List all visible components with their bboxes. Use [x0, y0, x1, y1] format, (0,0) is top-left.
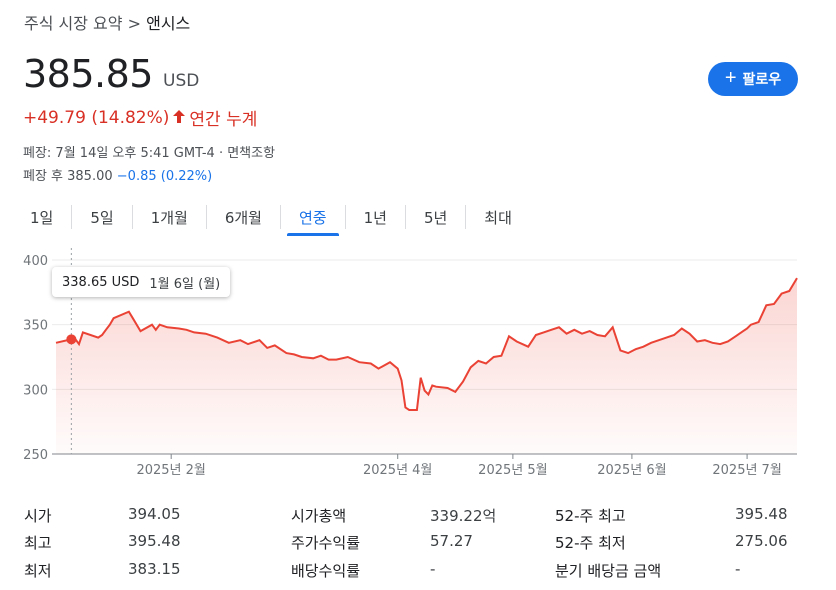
breadcrumb: 주식 시장 요약 > 앤시스: [24, 10, 190, 34]
currency-label: USD: [163, 71, 200, 91]
breadcrumb-current: 앤시스: [146, 14, 191, 33]
price-change-period: 연간 누계: [189, 110, 258, 130]
plus-icon: +: [724, 67, 737, 89]
stat-value: 394.05: [128, 505, 181, 523]
after-hours-change: −0.85 (0.22%): [116, 169, 213, 184]
stat-value: 275.06: [735, 532, 788, 550]
chart-tooltip: 338.65 USD 1월 6일 (월): [52, 267, 231, 297]
stat-value: 395.48: [735, 505, 788, 523]
tab-6m[interactable]: 6개월: [213, 202, 274, 232]
price-area-fill: [56, 278, 797, 454]
tab-label: 1년: [363, 208, 387, 227]
tab-label: 연중: [299, 208, 327, 227]
stat-label: 시가: [24, 507, 52, 525]
stat-label: 최저: [24, 562, 52, 580]
stat-label: 최고: [24, 534, 52, 552]
stat-label: 분기 배당금 금액: [555, 562, 662, 580]
price-change-value: +49.79 (14.82%): [23, 107, 170, 128]
market-closed-info: 폐장: 7월 14일 오후 5:41 GMT-4 · 면책조항: [23, 146, 276, 161]
stat-value: 339.22억: [430, 507, 497, 525]
tab-1y[interactable]: 1년: [352, 202, 399, 232]
tab-divider: [71, 205, 73, 229]
price-change: +49.79 (14.82%) 연간 누계: [23, 105, 258, 131]
tab-label: 6개월: [224, 208, 262, 227]
tab-5y[interactable]: 5년: [412, 202, 459, 232]
breadcrumb-parent-link[interactable]: 주식 시장 요약: [24, 14, 123, 33]
follow-button-label: 팔로우: [742, 71, 782, 87]
tab-divider: [205, 205, 207, 229]
current-price: 385.85: [23, 52, 153, 96]
tooltip-date: 1월 6일 (월): [149, 276, 221, 292]
tab-5d[interactable]: 5일: [78, 202, 125, 232]
tab-label: 1개월: [150, 208, 188, 227]
stat-value: 395.48: [128, 532, 181, 550]
stat-value: 57.27: [430, 532, 473, 550]
follow-button[interactable]: + 팔로우: [708, 62, 798, 96]
tab-1m[interactable]: 1개월: [139, 202, 200, 232]
tab-label: 1일: [30, 208, 54, 227]
y-tick-label: 350: [23, 319, 48, 334]
tab-label: 5년: [423, 208, 448, 227]
y-tick-label: 400: [23, 254, 48, 269]
tab-divider: [131, 205, 133, 229]
stat-label: 52-주 최저: [555, 534, 626, 552]
after-hours-price: 폐장 후 385.00: [23, 169, 113, 184]
x-tick-label: 2025년 5월: [478, 463, 547, 478]
x-tick-label: 2025년 7월: [712, 463, 781, 478]
tab-divider: [280, 205, 281, 229]
after-hours-info: 폐장 후 385.00 −0.85 (0.22%): [23, 165, 212, 184]
tab-label: 최대: [484, 208, 512, 227]
tab-divider: [404, 205, 406, 229]
breadcrumb-separator: >: [127, 14, 141, 33]
y-tick-label: 300: [23, 383, 48, 398]
tab-1d[interactable]: 1일: [18, 202, 65, 232]
tab-max[interactable]: 최대: [472, 202, 524, 232]
x-tick-label: 2025년 2월: [136, 463, 205, 478]
tab-divider: [344, 205, 346, 229]
cursor-dot: [66, 334, 77, 345]
tab-divider: [465, 205, 467, 229]
stat-value: -: [735, 560, 741, 578]
stat-value: -: [430, 560, 436, 578]
tab-ytd[interactable]: 연중: [287, 202, 339, 236]
arrow-up-icon: [173, 108, 186, 127]
tab-label: 5일: [90, 208, 114, 227]
stat-label: 52-주 최고: [555, 507, 626, 525]
stat-label: 주가수익률: [291, 534, 361, 552]
stat-value: 383.15: [128, 560, 181, 578]
range-tabs: 1일 5일 1개월 6개월 연중 1년 5년 최대: [18, 200, 524, 236]
stat-label: 배당수익률: [291, 562, 361, 580]
tooltip-value: 338.65 USD: [62, 274, 140, 290]
x-tick-label: 2025년 4월: [363, 463, 432, 478]
x-tick-label: 2025년 6월: [597, 463, 666, 478]
stat-label: 시가총액: [291, 507, 347, 525]
y-tick-label: 250: [23, 448, 48, 463]
